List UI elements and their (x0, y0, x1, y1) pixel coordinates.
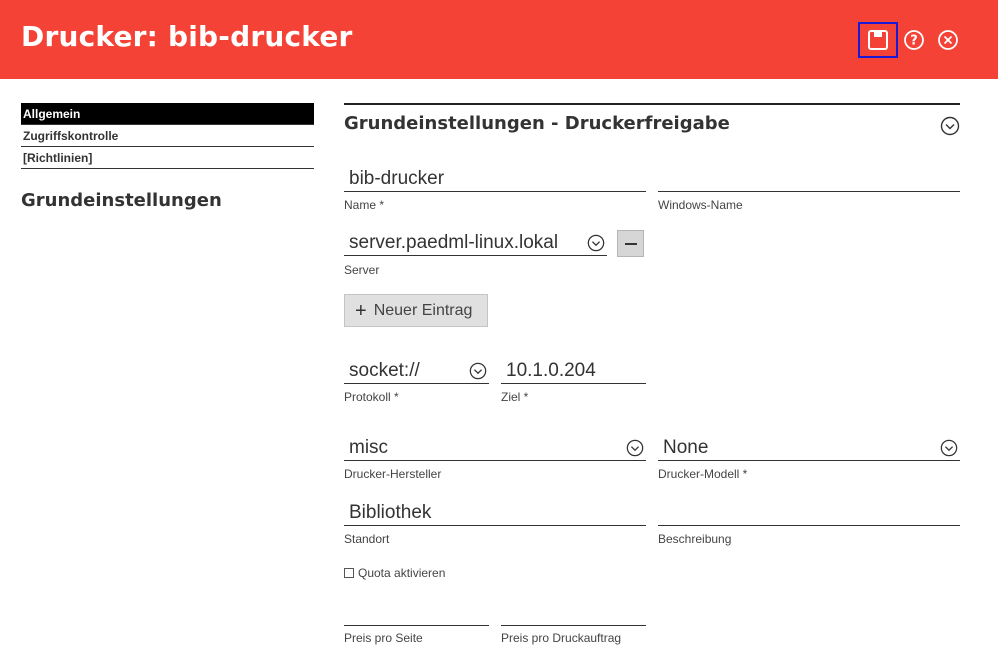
sidebar-nav: Allgemein Zugriffskontrolle [Richtlinien… (21, 103, 314, 169)
target-value: 10.1.0.204 (506, 360, 596, 381)
nav-item-allgemein[interactable]: Allgemein (21, 103, 314, 125)
manufacturer-label: Drucker-Hersteller (344, 467, 442, 481)
sidebar-heading: Grundeinstellungen (21, 190, 222, 211)
server-value: server.paedml-linux.lokal (349, 232, 559, 253)
remove-server-button[interactable] (617, 230, 644, 257)
chevron-down-circle-icon (587, 234, 605, 252)
nav-item-richtlinien[interactable]: [Richtlinien] (21, 147, 314, 169)
header-bar: Drucker: bib-drucker ? (0, 0, 998, 79)
price-job-field[interactable] (501, 602, 646, 626)
description-field[interactable] (658, 502, 960, 526)
help-icon: ? (904, 30, 924, 50)
close-button[interactable] (928, 22, 968, 58)
nav-item-zugriffskontrolle[interactable]: Zugriffskontrolle (21, 125, 314, 147)
minus-icon (624, 242, 637, 245)
close-icon (938, 30, 958, 50)
name-label: Name * (344, 198, 385, 212)
location-value: Bibliothek (349, 502, 432, 523)
price-page-field[interactable] (344, 602, 489, 626)
section-title: Grundeinstellungen - Druckerfreigabe (344, 113, 730, 134)
protocol-value: socket:// (349, 360, 420, 381)
chevron-down-circle-icon (940, 116, 960, 136)
target-label: Ziel * (501, 390, 529, 404)
quota-checkbox[interactable] (344, 568, 354, 578)
save-icon (868, 30, 888, 50)
location-label: Standort (344, 532, 390, 546)
protocol-label: Protokoll * (344, 390, 399, 404)
add-entry-button[interactable]: + Neuer Eintrag (344, 294, 488, 327)
manufacturer-value: misc (349, 437, 389, 458)
add-entry-label: Neuer Eintrag (373, 301, 473, 319)
model-label: Drucker-Modell * (658, 467, 748, 481)
page-title: Drucker: bib-drucker (21, 20, 353, 53)
name-field[interactable]: bib-drucker (344, 168, 646, 192)
chevron-down-circle-icon (626, 439, 644, 457)
svg-text:?: ? (910, 34, 918, 49)
save-button[interactable] (858, 22, 898, 58)
windows-name-label: Windows-Name (658, 198, 743, 212)
server-select[interactable]: server.paedml-linux.lokal (344, 232, 607, 256)
price-job-label: Preis pro Druckauftrag (501, 631, 622, 645)
model-select[interactable]: None (658, 437, 960, 461)
quota-label: Quota aktivieren (358, 566, 446, 580)
chevron-down-circle-icon (469, 362, 487, 380)
model-value: None (663, 437, 709, 458)
chevron-down-circle-icon (940, 439, 958, 457)
target-field[interactable]: 10.1.0.204 (501, 360, 646, 384)
location-field[interactable]: Bibliothek (344, 502, 646, 526)
plus-icon: + (355, 299, 367, 322)
protocol-select[interactable]: socket:// (344, 360, 489, 384)
price-page-label: Preis pro Seite (344, 631, 423, 645)
windows-name-field[interactable] (658, 168, 960, 192)
section-divider (344, 103, 960, 105)
description-label: Beschreibung (658, 532, 732, 546)
server-label: Server (344, 263, 380, 277)
name-value: bib-drucker (349, 168, 445, 189)
manufacturer-select[interactable]: misc (344, 437, 646, 461)
quota-row: Quota aktivieren (344, 566, 445, 580)
section-toggle-button[interactable] (940, 116, 960, 141)
